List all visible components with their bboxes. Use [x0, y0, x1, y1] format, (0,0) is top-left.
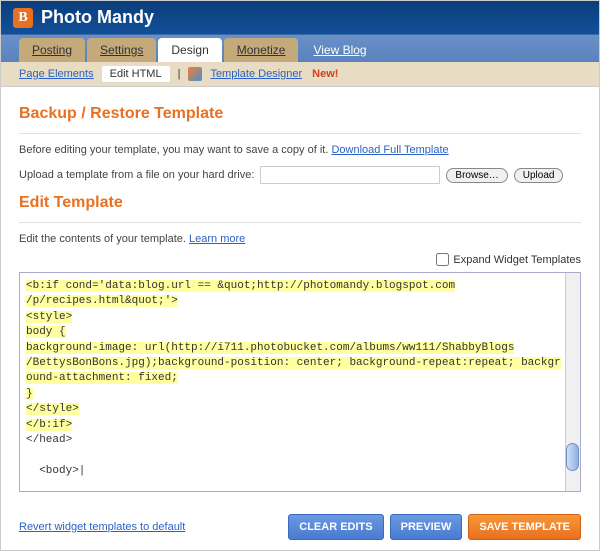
save-template-button[interactable]: SAVE TEMPLATE [468, 514, 581, 540]
tab-monetize[interactable]: Monetize [224, 38, 299, 62]
tab-posting[interactable]: Posting [19, 38, 85, 62]
header: B Photo Mandy Posting Settings Design Mo… [1, 1, 599, 62]
subnav-edit-html[interactable]: Edit HTML [102, 66, 170, 82]
subnav-page-elements[interactable]: Page Elements [19, 68, 94, 80]
tab-view-blog[interactable]: View Blog [300, 38, 379, 62]
subnav: Page Elements Edit HTML | Template Desig… [1, 62, 599, 87]
code-highlighted: <b:if cond='data:blog.url == &quot;http:… [26, 280, 561, 431]
learn-more-link[interactable]: Learn more [189, 233, 245, 245]
divider [19, 133, 581, 134]
clear-edits-button[interactable]: CLEAR EDITS [288, 514, 383, 540]
upload-button[interactable]: Upload [514, 168, 564, 183]
divider: | [178, 68, 181, 80]
revert-templates-link[interactable]: Revert widget templates to default [19, 521, 185, 533]
expand-widget-label: Expand Widget Templates [453, 254, 581, 266]
blog-title: Photo Mandy [41, 7, 154, 28]
template-designer-icon [188, 67, 202, 81]
tab-settings[interactable]: Settings [87, 38, 156, 62]
section-edit-title: Edit Template [19, 194, 581, 212]
subnav-template-designer[interactable]: Template Designer [210, 68, 302, 80]
section-backup-title: Backup / Restore Template [19, 105, 581, 123]
preview-button[interactable]: PREVIEW [390, 514, 463, 540]
download-full-template-link[interactable]: Download Full Template [331, 144, 448, 156]
main-tabs: Posting Settings Design Monetize View Bl… [1, 34, 599, 62]
edit-description: Edit the contents of your template. Lear… [19, 233, 581, 245]
scrollbar-thumb[interactable] [566, 443, 579, 471]
browse-button[interactable]: Browse… [446, 168, 507, 183]
code-rest: </head> <body>| <div id='preview_div' st… [26, 434, 561, 492]
divider [19, 222, 581, 223]
expand-widget-checkbox[interactable] [436, 253, 449, 266]
template-code-editor[interactable]: <b:if cond='data:blog.url == &quot;http:… [19, 272, 581, 492]
blogger-logo-icon: B [13, 8, 33, 28]
upload-file-input[interactable] [260, 166, 440, 184]
new-badge: New! [312, 68, 338, 80]
upload-label: Upload a template from a file on your ha… [19, 169, 254, 181]
backup-description: Before editing your template, you may wa… [19, 144, 581, 156]
tab-design[interactable]: Design [158, 38, 221, 62]
